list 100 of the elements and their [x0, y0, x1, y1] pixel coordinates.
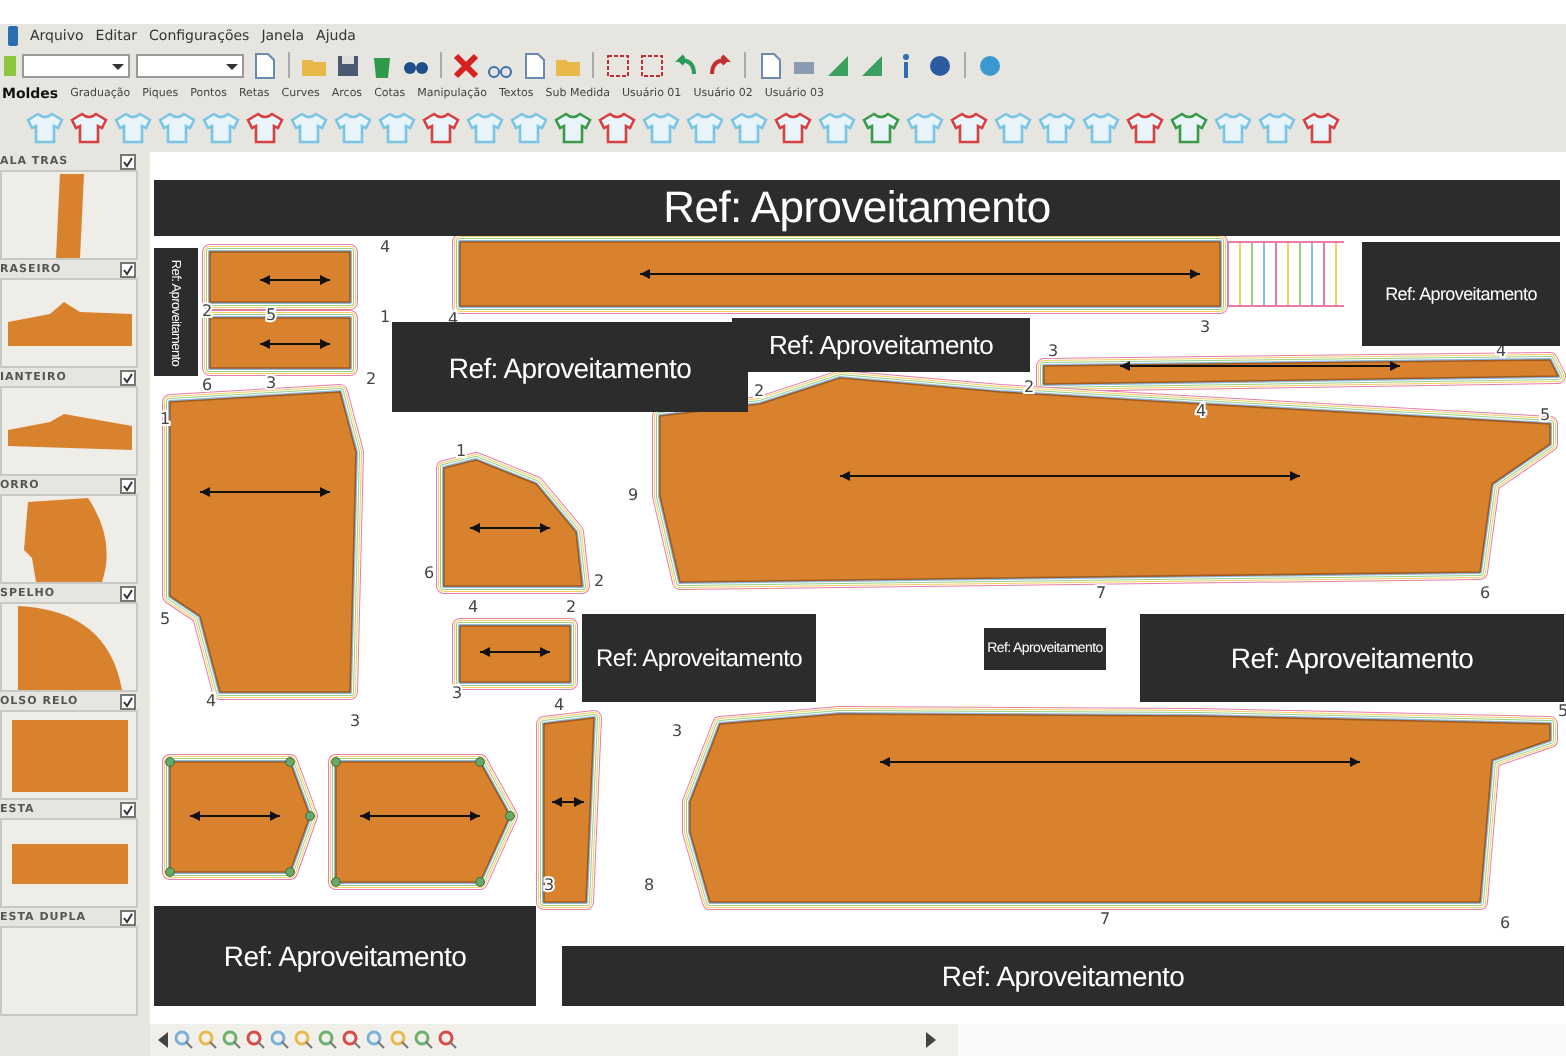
doc-icon[interactable] — [520, 51, 548, 79]
tool-icon[interactable] — [858, 51, 886, 79]
shirt-icon[interactable] — [1080, 112, 1122, 144]
shirt-icon[interactable] — [1124, 112, 1166, 144]
app-icon — [8, 26, 18, 46]
piece-thumbnail[interactable] — [0, 278, 138, 368]
delete-icon[interactable] — [452, 51, 480, 79]
checkbox[interactable] — [120, 585, 136, 601]
shirt-icon[interactable] — [1036, 112, 1078, 144]
shirt-icon[interactable] — [156, 112, 198, 144]
shirt-icon[interactable] — [244, 112, 286, 144]
zoom-tool-icon[interactable] — [414, 1030, 434, 1050]
scroll-right-icon[interactable] — [926, 1032, 938, 1048]
zoom-tool-icon[interactable] — [438, 1030, 458, 1050]
zoom-tool-icon[interactable] — [342, 1030, 362, 1050]
shirt-icon[interactable] — [860, 112, 902, 144]
select-icon[interactable] — [604, 51, 632, 79]
pattern-piece-icon — [55, 173, 83, 257]
point-number: 3 — [1200, 318, 1211, 336]
dropdown[interactable] — [136, 53, 244, 77]
shirt-icon[interactable] — [1300, 112, 1342, 144]
checkbox[interactable] — [120, 477, 136, 493]
tool-icon[interactable] — [824, 51, 852, 79]
checkbox[interactable] — [120, 261, 136, 277]
piece-thumbnail[interactable] — [0, 818, 138, 908]
zoom-tool-icon[interactable] — [222, 1030, 242, 1050]
caret-icon — [112, 63, 124, 69]
shirt-icon[interactable] — [1256, 112, 1298, 144]
shirt-icon[interactable] — [596, 112, 638, 144]
shirt-icon[interactable] — [24, 112, 66, 144]
shirt-icon[interactable] — [640, 112, 682, 144]
shirt-icon[interactable] — [816, 112, 858, 144]
point-number: 5 — [160, 610, 171, 628]
piece-thumbnail[interactable] — [0, 602, 138, 692]
point-number: 5 — [266, 306, 277, 324]
color-swatch-icon — [4, 55, 16, 75]
pattern-piece-icon — [11, 719, 127, 791]
point-number: 3 — [350, 712, 361, 730]
shirt-icon[interactable] — [200, 112, 242, 144]
point-number: 3 — [672, 722, 683, 740]
shirt-icon[interactable] — [464, 112, 506, 144]
shirt-icon[interactable] — [288, 112, 330, 144]
pattern-piece[interactable] — [452, 618, 578, 690]
shirt-icon[interactable] — [376, 112, 418, 144]
point-number: 9 — [628, 486, 639, 504]
reference-text: Ref: Aproveitamento — [595, 644, 803, 672]
shirt-icon[interactable] — [68, 112, 110, 144]
shirt-icon[interactable] — [684, 112, 726, 144]
checkbox[interactable] — [120, 909, 136, 925]
shirt-icon[interactable] — [552, 112, 594, 144]
scroll-left-icon[interactable] — [158, 1032, 170, 1048]
point-number: 4 — [380, 238, 391, 256]
reference-text: Ref: Aproveitamento — [941, 960, 1185, 992]
shirt-icon[interactable] — [1168, 112, 1210, 144]
point-number: 4 — [1196, 402, 1207, 420]
save-icon[interactable] — [334, 51, 362, 79]
zoom-tool-icon[interactable] — [246, 1030, 266, 1050]
zoom-tool-icon[interactable] — [366, 1030, 386, 1050]
point-number: 7 — [1096, 584, 1107, 602]
zoom-tool-icon[interactable] — [390, 1030, 410, 1050]
undo-icon[interactable] — [672, 51, 700, 79]
point-number: 6 — [1500, 914, 1511, 932]
piece-thumbnail[interactable] — [0, 926, 138, 1016]
caret-icon — [226, 63, 238, 69]
checkbox[interactable] — [120, 801, 136, 817]
shirt-icon[interactable] — [772, 112, 814, 144]
piece-thumbnail[interactable] — [0, 170, 138, 260]
dropdown[interactable] — [22, 53, 130, 77]
piece-thumbnail[interactable] — [0, 386, 138, 476]
point-number: 4 — [554, 696, 565, 714]
pattern-piece-icon — [11, 843, 127, 883]
checkbox[interactable] — [120, 369, 136, 385]
shirt-icon[interactable] — [112, 112, 154, 144]
point-number: 3 — [266, 374, 277, 392]
point-number: 8 — [644, 876, 655, 894]
redo-icon[interactable] — [706, 51, 734, 79]
piece-thumbnail[interactable] — [0, 494, 138, 584]
zoom-tool-icon[interactable] — [294, 1030, 314, 1050]
checkbox[interactable] — [120, 693, 136, 709]
piece-thumbnail[interactable] — [0, 710, 138, 800]
shirt-icon[interactable] — [948, 112, 990, 144]
shirt-icon[interactable] — [904, 112, 946, 144]
zoom-tool-icon[interactable] — [198, 1030, 218, 1050]
shirt-icon[interactable] — [332, 112, 374, 144]
reference-text: Ref: Aproveitamento — [768, 330, 994, 360]
checkbox[interactable] — [120, 153, 136, 169]
shirt-icon[interactable] — [728, 112, 770, 144]
doc-icon[interactable] — [756, 51, 784, 79]
shirt-icon[interactable] — [420, 112, 462, 144]
zoom-tool-icon[interactable] — [270, 1030, 290, 1050]
doc-icon[interactable] — [250, 51, 278, 79]
point-number: 1 — [456, 442, 467, 460]
shirt-icon[interactable] — [992, 112, 1034, 144]
shirt-icon[interactable] — [508, 112, 550, 144]
point-number: 3 — [1048, 342, 1059, 360]
pattern-piece[interactable] — [452, 234, 1228, 314]
zoom-tool-icon[interactable] — [318, 1030, 338, 1050]
shirt-icon[interactable] — [1212, 112, 1254, 144]
point-number: 6 — [1480, 584, 1491, 602]
select-icon[interactable] — [638, 51, 666, 79]
